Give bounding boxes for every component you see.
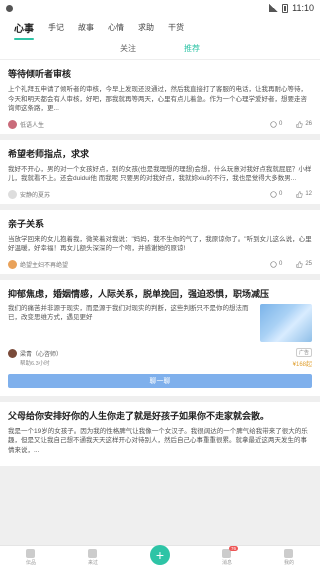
post-stats: 0 12 [270, 190, 312, 198]
ad-author[interactable]: 梁青（心咨师） [8, 348, 63, 358]
avatar [8, 189, 17, 199]
comment-icon [270, 190, 277, 198]
ad-card[interactable]: 抑郁焦虑，婚姻情感，人际关系，脱单挽回，强迫恐惧，职场减压 我们的痛苦并非源于现… [0, 279, 320, 396]
ad-author-meta: 帮助6.3小时 [20, 360, 50, 367]
author-name: 绝望主妇不再绝望 [20, 262, 69, 269]
ad-title: 抑郁焦虑，婚姻情感，人际关系，脱单挽回，强迫恐惧，职场减压 [8, 288, 270, 299]
comment-count: 0 [278, 191, 283, 197]
tab-label: 伝品 [25, 560, 36, 566]
feed[interactable]: 等待倾听者审核 上个礼拜五申请了倾听者的审核，今早上发现还没通过，然后我直接打了… [0, 60, 320, 545]
post-footer: 低语人生 0 26 [8, 119, 312, 129]
comment-icon [270, 260, 277, 268]
tab-create[interactable]: + [149, 544, 170, 565]
post-card[interactable]: 亲子关系 当放学回来的女儿抱着我，微笑着对我说："妈妈，我不生你的气了，我原谅你… [0, 209, 320, 274]
ad-image [260, 303, 312, 342]
plus-icon[interactable]: + [149, 544, 170, 565]
ad-body: 我们的痛苦并非源于现实，而是源于我们对现实的判断，这些判断只不是你的想法而已，改… [8, 304, 249, 322]
nav-item-gushi[interactable]: 故事 [78, 22, 94, 33]
post-stats: 0 25 [270, 260, 312, 268]
bottom-bar: 伝品 来过 + 76 消息 我的 [0, 544, 320, 569]
status-left [6, 4, 13, 12]
ad-meta-right: 广告 ¥168起 [292, 347, 312, 368]
comment-count: 0 [278, 261, 283, 267]
top-nav: 心事 手记 故事 心情 求助 干货 [0, 16, 320, 40]
thumbs-up-icon [296, 260, 303, 268]
nav-item-xinqing[interactable]: 心情 [108, 22, 124, 33]
post-body: 上个礼拜五申请了倾听者的审核，今早上发现还没通过，然后我直接打了客服的电话，让我… [8, 86, 307, 112]
ad-price: ¥168起 [292, 361, 312, 368]
post-footer: 绝望主妇不再绝望 0 25 [8, 259, 312, 269]
nav-item-qiuzhu[interactable]: 求助 [138, 22, 154, 33]
heart-icon [88, 549, 98, 558]
like-stat[interactable]: 12 [296, 190, 312, 198]
tab-messages[interactable]: 76 消息 [221, 546, 238, 566]
tab-label: 来过 [87, 560, 98, 566]
thumbs-up-icon [296, 190, 303, 198]
comment-stat[interactable]: 0 [270, 260, 283, 268]
post-author[interactable]: 低语人生 [8, 119, 45, 129]
nav-item-xinshi[interactable]: 心事 [14, 20, 34, 40]
status-time: 11:10 [292, 3, 314, 13]
ad-author-row: 梁青（心咨师） 帮助6.3小时 广告 ¥168起 [8, 347, 312, 368]
like-stat[interactable]: 25 [296, 260, 312, 268]
nav-item-ganhuo[interactable]: 干货 [168, 22, 184, 33]
post-title: 等待倾听者审核 [8, 69, 72, 79]
user-icon [284, 549, 294, 558]
post-body: 我好不开心，男的对一个女孩好点，别的女孩(也是我理想的理想)会想，什么玩意对我好… [8, 165, 312, 183]
status-right: 11:10 [269, 3, 314, 13]
tab-follow-bottom[interactable]: 来过 [88, 549, 98, 566]
comment-stat[interactable]: 0 [270, 190, 283, 198]
home-icon [26, 549, 36, 558]
comment-icon [270, 120, 277, 128]
author-name: 低语人生 [20, 122, 45, 129]
tab-label: 消息 [221, 560, 232, 566]
post-body: 我是一个19岁的女孩子。因为我的性格脾气让我像一个女汉子。我很阔达的一个脾气给我… [8, 427, 308, 454]
post-footer: 安静的夏苏 0 12 [8, 189, 312, 199]
like-stat[interactable]: 26 [296, 120, 312, 128]
like-count: 26 [305, 121, 312, 127]
ad-author-name: 梁青（心咨师） [20, 351, 63, 358]
notification-icon [6, 4, 13, 12]
tab-me[interactable]: 我的 [284, 549, 294, 566]
ad-badge: 广告 [295, 347, 312, 357]
post-title: 亲子关系 [8, 218, 45, 229]
thumbs-up-icon [296, 120, 303, 128]
nav-item-shouji[interactable]: 手记 [48, 22, 64, 33]
avatar [8, 119, 17, 129]
post-author[interactable]: 绝望主妇不再绝望 [8, 259, 69, 269]
post-stats: 0 26 [270, 120, 312, 128]
comment-stat[interactable]: 0 [270, 120, 283, 128]
comment-count: 0 [278, 121, 283, 127]
avatar [8, 259, 17, 269]
like-count: 12 [305, 191, 312, 197]
status-bar: 11:10 [0, 0, 320, 16]
ad-row: 我们的痛苦并非源于现实，而是源于我们对现实的判断，这些判断只不是你的想法而已，改… [8, 303, 312, 342]
signal-icon [269, 4, 279, 12]
post-card[interactable]: 等待倾听者审核 上个礼拜五申请了倾听者的审核，今早上发现还没通过，然后我直接打了… [0, 60, 320, 134]
tab-recommend[interactable]: 推荐 [184, 43, 200, 54]
battery-icon [282, 3, 289, 13]
chat-button[interactable]: 聊一聊 [8, 373, 312, 388]
sub-tabs: 关注 推荐 [0, 38, 320, 60]
author-name: 安静的夏苏 [20, 192, 51, 199]
tab-follow[interactable]: 关注 [120, 43, 136, 54]
post-card[interactable]: 希望老师指点，求求 我好不开心，男的对一个女孩好点，别的女孩(也是我理想的理想)… [0, 139, 320, 204]
tab-home[interactable]: 伝品 [26, 549, 36, 566]
post-author[interactable]: 安静的夏苏 [8, 189, 51, 199]
avatar [8, 348, 17, 358]
tab-label: 我的 [283, 560, 294, 566]
post-title: 希望老师指点，求求 [8, 148, 90, 159]
post-title: 父母给你安排好你的人生你走了就是好孩子如果你不走家就会散。 [8, 410, 270, 421]
post-card[interactable]: 父母给你安排好你的人生你走了就是好孩子如果你不走家就会散。 我是一个19岁的女孩… [0, 401, 320, 466]
like-count: 25 [305, 261, 312, 267]
post-body: 当放学回来的女儿抱着我，微笑着对我说："妈妈，我不生你的气了，我原谅你了。"听到… [8, 235, 312, 253]
notification-badge: 76 [228, 546, 238, 551]
